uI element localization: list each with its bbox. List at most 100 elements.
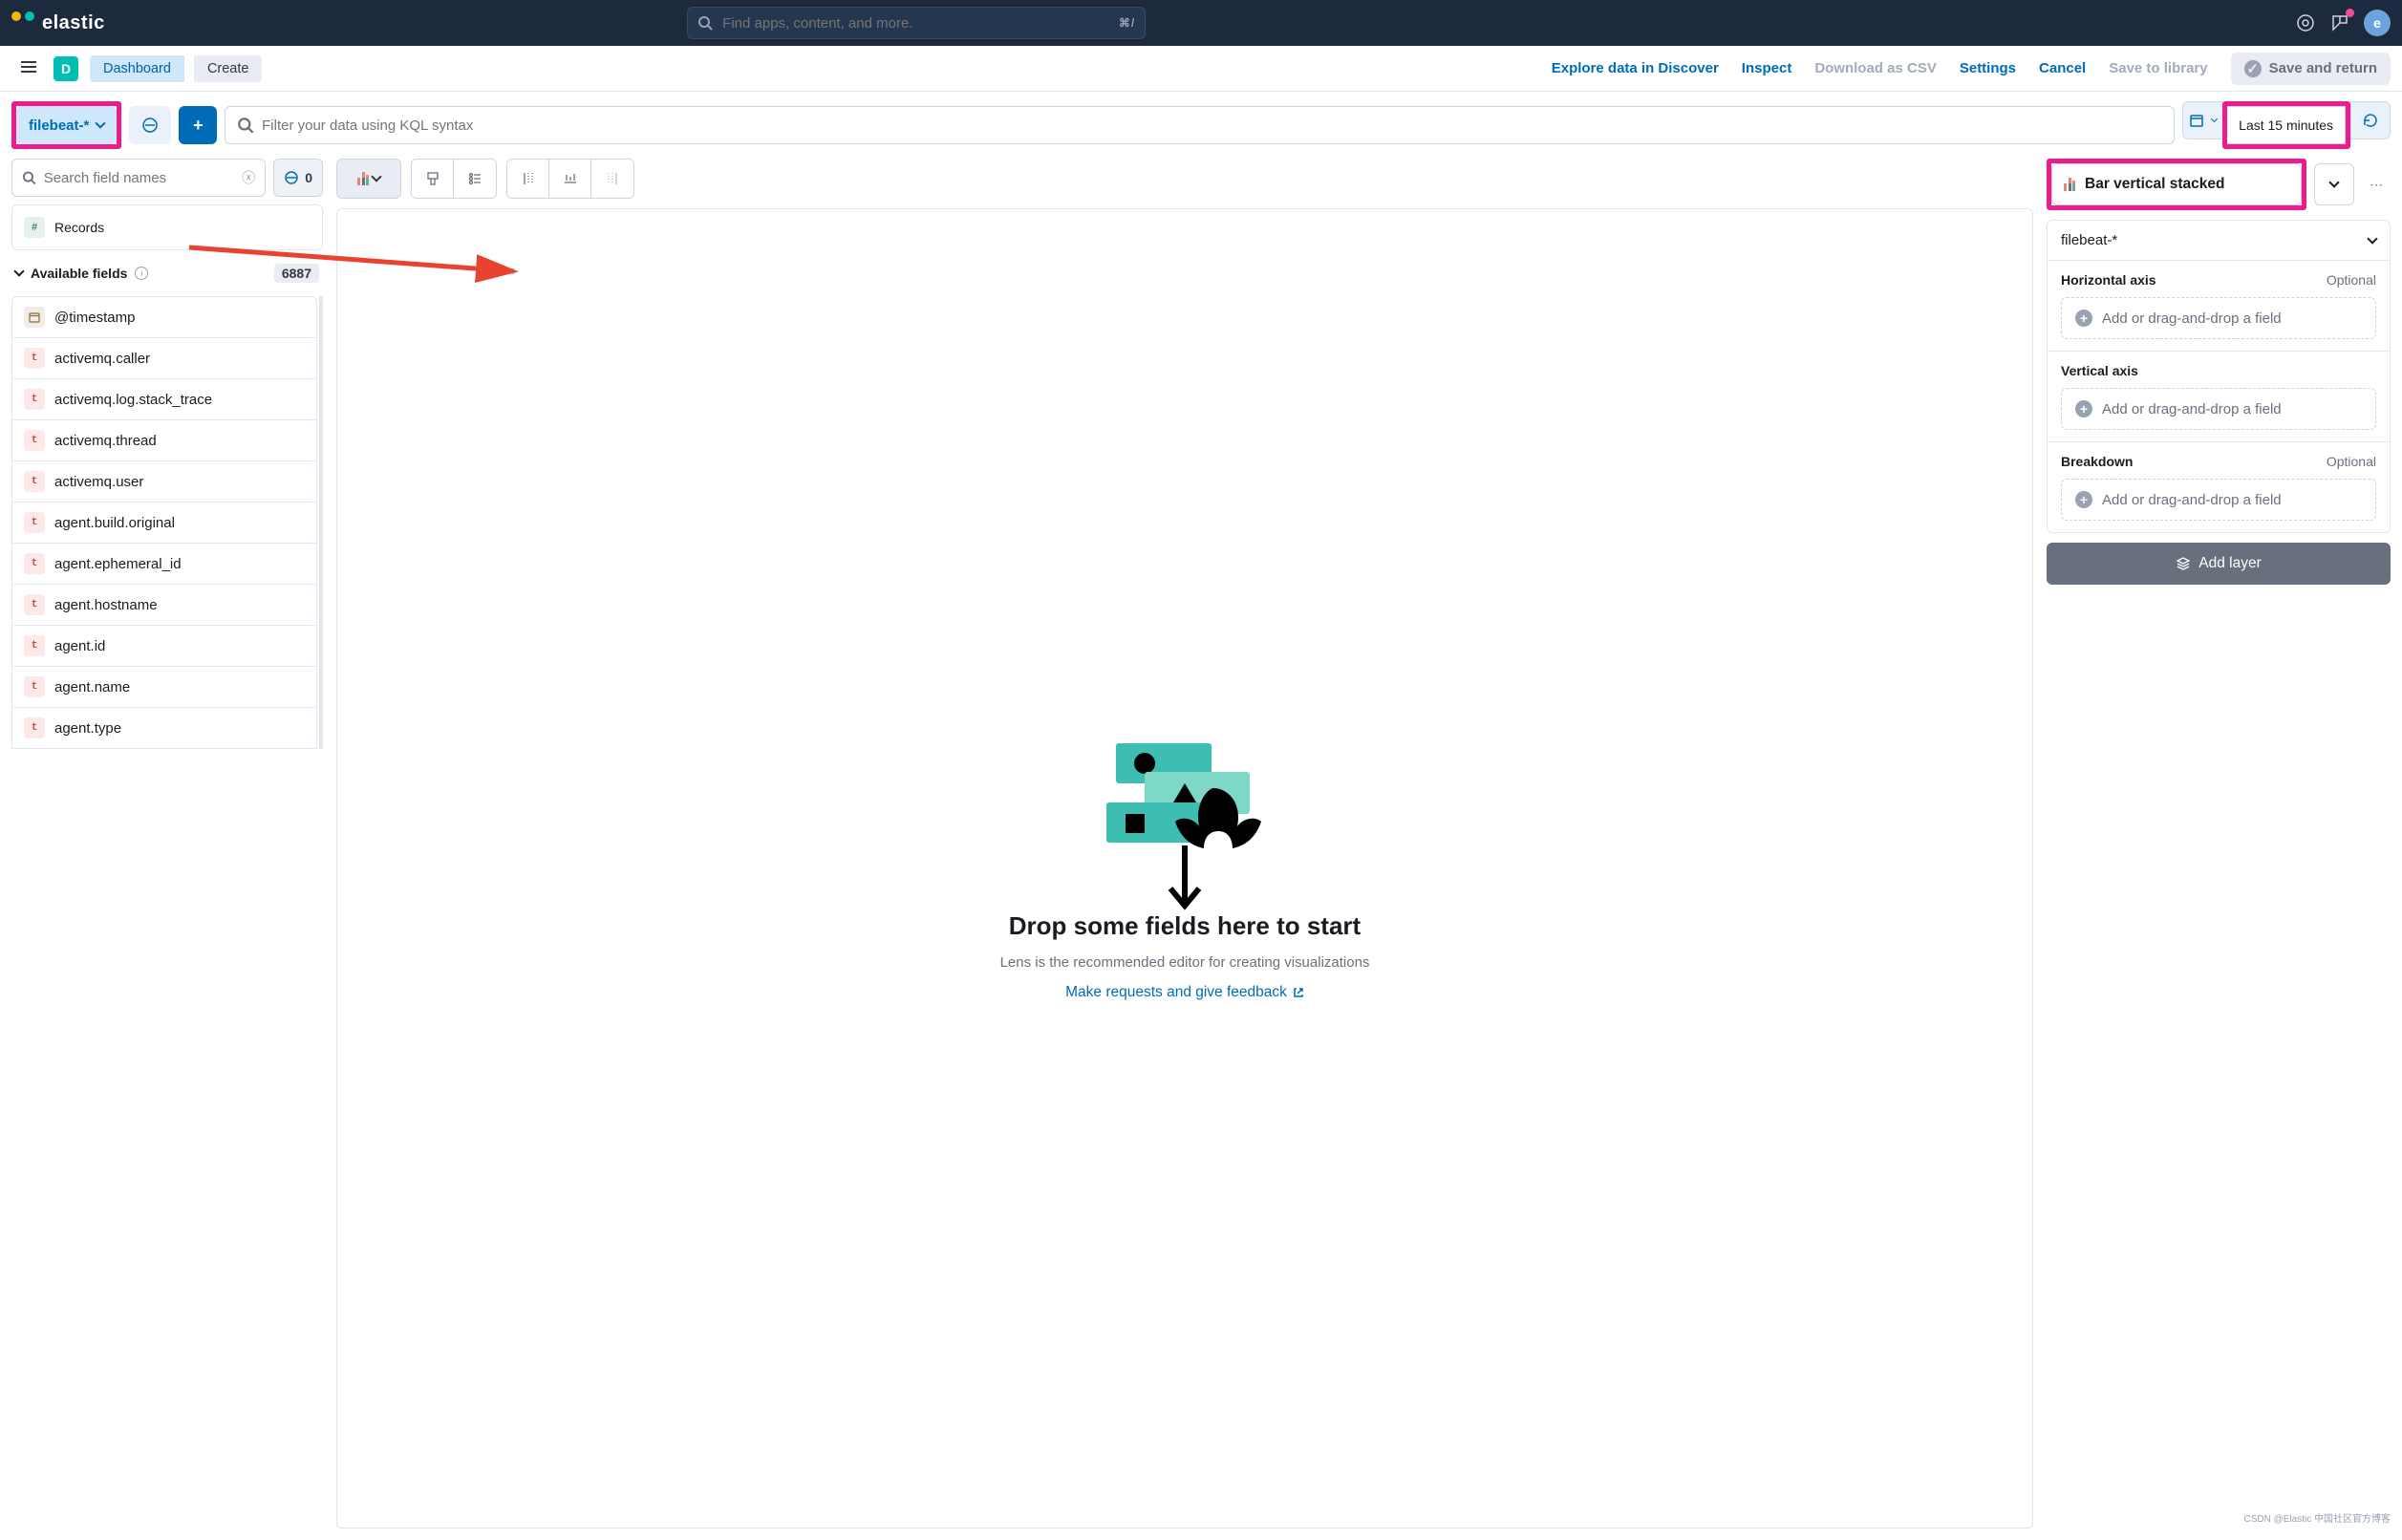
chevron-down-icon (2328, 177, 2339, 187)
layer-card: filebeat-* Horizontal axisOptional+Add o… (2047, 220, 2391, 533)
add-layer-button[interactable]: Add layer (2047, 543, 2391, 585)
field-search-row: ⓧ 0 (11, 159, 323, 197)
nav-toggle-button[interactable] (11, 52, 46, 85)
legend-icon (467, 171, 483, 186)
chevron-down-icon (371, 171, 381, 182)
appearance-button[interactable] (412, 160, 454, 198)
vis-type-selector[interactable]: Bar vertical stacked (2051, 163, 2302, 205)
user-avatar[interactable]: e (2364, 10, 2391, 36)
field-item[interactable]: tactivemq.thread (11, 420, 317, 461)
field-item[interactable]: tactivemq.user (11, 461, 317, 503)
header-actions: e (2295, 10, 2391, 36)
text-token-icon: t (24, 389, 45, 410)
plus-icon: + (2075, 400, 2092, 417)
axis-label: Vertical axis (2061, 363, 2138, 378)
dataview-selector[interactable]: filebeat-* (16, 106, 117, 144)
field-item[interactable]: tagent.hostname (11, 585, 317, 626)
right-axis-button[interactable] (591, 160, 633, 198)
elastic-logo-icon (11, 11, 34, 34)
text-token-icon: t (24, 512, 45, 533)
download-csv-link: Download as CSV (1814, 60, 1937, 76)
field-list[interactable]: @timestamptactivemq.callertactivemq.log.… (11, 296, 323, 749)
axis-label: Breakdown (2061, 454, 2133, 469)
field-filter-button[interactable]: 0 (273, 159, 323, 197)
check-icon: ✓ (2244, 60, 2262, 77)
legend-button[interactable] (454, 160, 496, 198)
save-library-link: Save to library (2109, 60, 2207, 76)
field-item[interactable]: t agent.type (11, 708, 317, 749)
field-name: activemq.log.stack_trace (54, 392, 212, 408)
vis-type-row: Bar vertical stacked ⋯ (2047, 159, 2391, 210)
text-token-icon: t (24, 635, 45, 656)
chevron-down-icon (96, 118, 106, 128)
app-subheader: D Dashboard Create Explore data in Disco… (0, 46, 2402, 92)
kql-input-wrap[interactable] (225, 106, 2175, 144)
text-token-icon: t (24, 430, 45, 451)
field-item[interactable]: tactivemq.caller (11, 338, 317, 379)
drop-field-target[interactable]: +Add or drag-and-drop a field (2061, 388, 2376, 430)
drop-field-target[interactable]: +Add or drag-and-drop a field (2061, 297, 2376, 339)
field-name: agent.type (54, 720, 121, 737)
field-search-input[interactable] (44, 170, 235, 186)
field-search-wrap[interactable]: ⓧ (11, 159, 266, 197)
inspect-link[interactable]: Inspect (1742, 60, 1792, 76)
field-item[interactable]: tagent.ephemeral_id (11, 544, 317, 585)
feedback-link[interactable]: Make requests and give feedback (1065, 984, 1304, 1001)
index-pattern-selector[interactable]: filebeat-* (2048, 221, 2390, 261)
brand-text: elastic (42, 12, 105, 34)
left-axis-button[interactable] (507, 160, 549, 198)
elastic-logo[interactable]: elastic (11, 11, 105, 34)
date-quick-select[interactable] (2182, 101, 2222, 139)
field-item[interactable]: tagent.name (11, 667, 317, 708)
app-badge: D (54, 56, 78, 81)
field-name: agent.ephemeral_id (54, 556, 182, 572)
annotation-arrow (184, 238, 528, 305)
help-icon[interactable] (2295, 12, 2316, 33)
plus-icon: + (2075, 310, 2092, 327)
save-return-button[interactable]: ✓ Save and return (2231, 53, 2391, 85)
field-item[interactable]: t activemq.log.stack_trace (11, 379, 317, 420)
drop-subtitle: Lens is the recommended editor for creat… (1000, 954, 1370, 971)
global-search-input[interactable] (722, 15, 1109, 32)
breadcrumb: Dashboard Create (90, 55, 262, 82)
drop-field-target[interactable]: +Add or drag-and-drop a field (2061, 479, 2376, 521)
text-token-icon: t (24, 717, 45, 738)
fields-panel: ⓧ 0 # Records Available fields i 6887 @t… (11, 159, 323, 1529)
axis-section: Vertical axis +Add or drag-and-drop a fie… (2048, 352, 2390, 442)
config-panel: Bar vertical stacked ⋯ filebeat-* Horizo… (2047, 159, 2391, 1529)
breadcrumb-dashboard[interactable]: Dashboard (90, 55, 184, 82)
brush-icon (425, 171, 440, 186)
date-token-icon (24, 307, 45, 328)
search-icon (697, 15, 713, 31)
drop-canvas[interactable]: Drop some fields here to start Lens is t… (336, 208, 2033, 1529)
bar-chart-icon (357, 172, 369, 185)
layer-settings-button[interactable]: ⋯ (2362, 163, 2391, 205)
settings-link[interactable]: Settings (1960, 60, 2016, 76)
bottom-axis-button[interactable] (549, 160, 591, 198)
chevron-down-icon (2367, 233, 2377, 244)
time-range-picker[interactable]: Last 15 minutes (2227, 106, 2346, 144)
calendar-icon (2189, 113, 2204, 128)
field-name: agent.name (54, 679, 130, 695)
chevron-down-icon (2211, 115, 2218, 121)
field-item[interactable]: tagent.id (11, 626, 317, 667)
kql-input[interactable] (262, 118, 2162, 134)
explore-link[interactable]: Explore data in Discover (1552, 60, 1719, 76)
vis-type-dropdown[interactable] (2314, 163, 2354, 205)
axis-section: Horizontal axisOptional+Add or drag-and-… (2048, 261, 2390, 352)
refresh-button[interactable] (2350, 101, 2391, 139)
global-search[interactable]: ⌘/ (687, 7, 1146, 39)
plus-icon: + (2075, 491, 2092, 508)
add-filter-button[interactable]: + (179, 106, 217, 144)
field-item[interactable]: tagent.build.original (11, 503, 317, 544)
chart-type-button[interactable] (337, 160, 400, 198)
info-icon[interactable]: i (135, 267, 148, 280)
saved-query-button[interactable] (129, 106, 171, 144)
field-name: activemq.caller (54, 351, 150, 367)
chevron-down-icon (13, 266, 24, 276)
cancel-link[interactable]: Cancel (2039, 60, 2086, 76)
clear-icon[interactable]: ⓧ (242, 168, 255, 187)
newsfeed-icon[interactable] (2329, 12, 2350, 33)
search-icon (22, 169, 36, 186)
keyboard-shortcut: ⌘/ (1119, 16, 1135, 30)
